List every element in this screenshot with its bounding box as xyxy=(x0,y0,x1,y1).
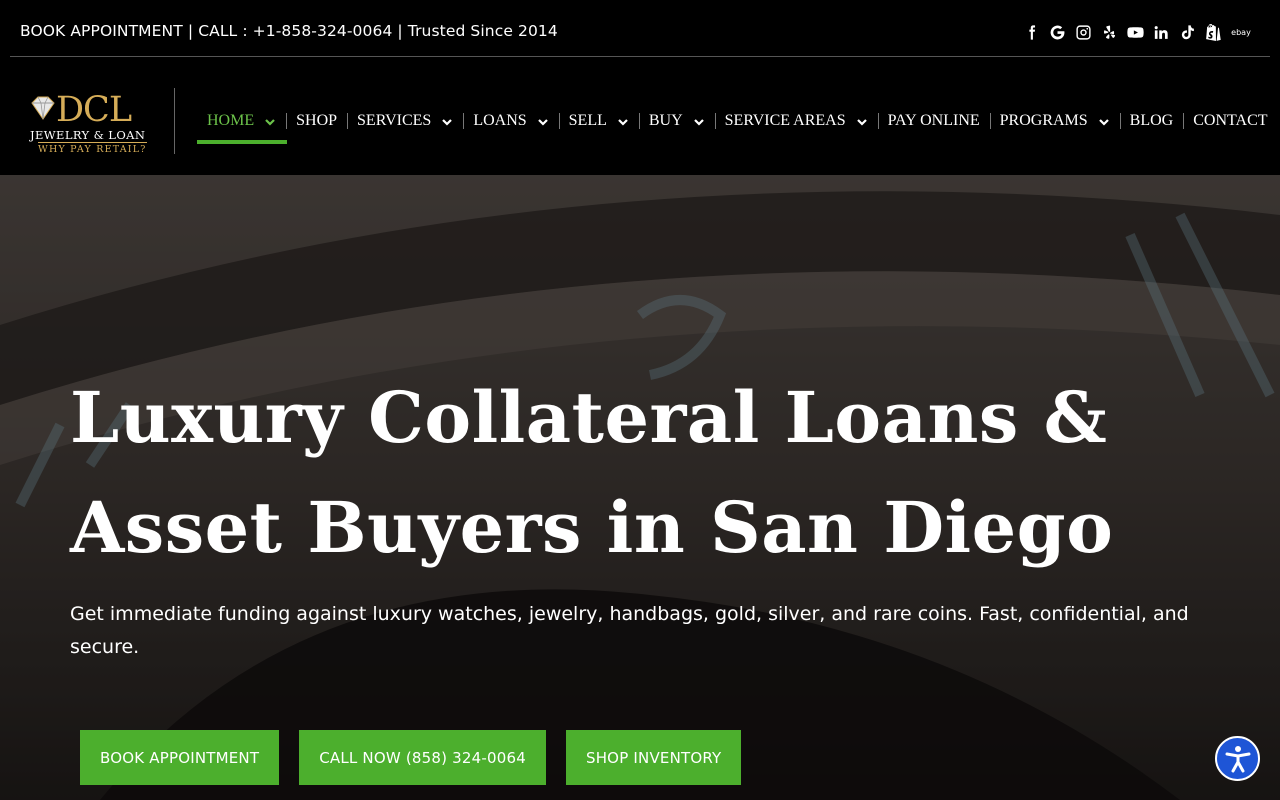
nav-item-loans[interactable]: LOANS xyxy=(463,109,558,133)
nav-item-home[interactable]: HOME xyxy=(197,109,286,133)
site-logo[interactable]: DCL JEWELRY & LOAN WHY PAY RETAIL? xyxy=(28,90,158,155)
top-bar: BOOK APPOINTMENT | CALL : +1-858-324-006… xyxy=(0,0,1280,57)
main-nav: HOME SHOP SERVICES LOANS SELL BUY SERVIC… xyxy=(197,109,1278,133)
nav-item-shop[interactable]: SHOP xyxy=(286,109,347,133)
nav-item-services[interactable]: SERVICES xyxy=(347,109,463,133)
instagram-icon[interactable] xyxy=(1074,22,1092,42)
tiktok-icon[interactable] xyxy=(1178,22,1196,42)
shop-inventory-button[interactable]: SHOP INVENTORY xyxy=(565,730,742,785)
nav-item-service-areas[interactable]: SERVICE AREAS xyxy=(714,109,878,133)
site-header: DCL JEWELRY & LOAN WHY PAY RETAIL? HOME … xyxy=(0,57,1280,175)
logo-subtitle: JEWELRY & LOAN xyxy=(30,128,146,142)
nav-item-buy[interactable]: BUY xyxy=(638,109,715,133)
nav-item-contact[interactable]: CONTACT xyxy=(1183,109,1277,133)
linkedin-icon[interactable] xyxy=(1152,22,1170,42)
nav-item-blog[interactable]: BLOG xyxy=(1119,109,1184,133)
ebay-icon[interactable]: ebay xyxy=(1230,22,1252,42)
diamond-icon xyxy=(31,96,55,120)
nav-item-label: BLOG xyxy=(1129,112,1174,129)
chevron-down-icon[interactable] xyxy=(1098,115,1110,127)
book-appointment-button[interactable]: BOOK APPOINTMENT xyxy=(80,730,280,785)
chevron-down-icon[interactable] xyxy=(856,115,868,127)
logo-tagline: WHY PAY RETAIL? xyxy=(38,142,147,155)
logo-wordmark: DCL xyxy=(56,90,132,130)
shopify-icon[interactable] xyxy=(1204,22,1222,42)
active-nav-indicator xyxy=(197,140,287,144)
accessibility-icon xyxy=(1225,745,1250,772)
social-links: ebay xyxy=(1022,22,1252,42)
facebook-icon[interactable] xyxy=(1022,22,1040,42)
nav-item-programs[interactable]: PROGRAMS xyxy=(989,109,1120,133)
nav-item-label: BUY xyxy=(648,112,683,129)
nav-item-label: SHOP xyxy=(296,112,338,129)
nav-item-sell[interactable]: SELL xyxy=(558,109,639,133)
nav-item-label: HOME xyxy=(207,112,255,129)
accessibility-button[interactable] xyxy=(1215,736,1260,781)
chevron-down-icon[interactable] xyxy=(441,115,453,127)
chevron-down-icon[interactable] xyxy=(537,115,549,127)
topbar-contact-text[interactable]: BOOK APPOINTMENT | CALL : +1-858-324-006… xyxy=(20,22,558,40)
nav-item-label: PAY ONLINE xyxy=(887,112,980,129)
chevron-down-icon[interactable] xyxy=(617,115,629,127)
logo-divider xyxy=(174,88,175,154)
nav-item-label: SERVICE AREAS xyxy=(724,112,846,129)
nav-item-label: CONTACT xyxy=(1193,112,1268,129)
google-icon[interactable] xyxy=(1048,22,1066,42)
hero-title-line2: Asset Buyers in San Diego xyxy=(70,486,1114,569)
youtube-icon[interactable] xyxy=(1126,22,1144,42)
hero-title: Luxury Collateral Loans & Asset Buyers i… xyxy=(70,363,1170,583)
hero-cta-group: BOOK APPOINTMENT CALL NOW (858) 324-0064… xyxy=(80,730,742,785)
nav-item-pay-online[interactable]: PAY ONLINE xyxy=(877,109,990,133)
nav-item-label: SERVICES xyxy=(357,112,432,129)
chevron-down-icon[interactable] xyxy=(693,115,705,127)
nav-item-label: LOANS xyxy=(473,112,527,129)
nav-item-label: SELL xyxy=(568,112,607,129)
hero-section: Luxury Collateral Loans & Asset Buyers i… xyxy=(0,175,1280,800)
call-now-button[interactable]: CALL NOW (858) 324-0064 xyxy=(299,730,546,785)
nav-item-label: PROGRAMS xyxy=(999,112,1088,129)
chevron-down-icon[interactable] xyxy=(264,115,276,127)
yelp-icon[interactable] xyxy=(1100,22,1118,42)
hero-subtitle: Get immediate funding against luxury wat… xyxy=(70,603,1189,658)
hero-title-line1: Luxury Collateral Loans & xyxy=(70,376,1108,459)
